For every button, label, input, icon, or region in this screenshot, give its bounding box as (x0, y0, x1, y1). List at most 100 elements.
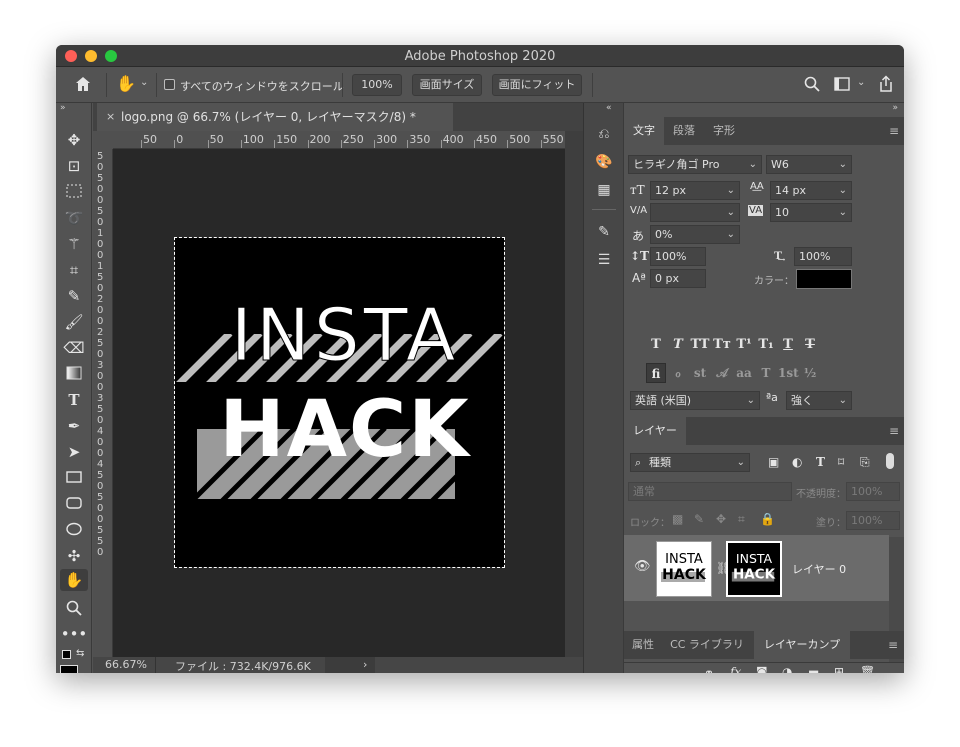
language-select[interactable]: 英語 (米国) ⌄ (630, 391, 760, 410)
rounded-rectangle-tool-icon[interactable] (60, 493, 88, 515)
opentype-button-3[interactable]: 𝒜 (712, 363, 732, 383)
tab-character[interactable]: 文字 (624, 117, 664, 145)
document-tab[interactable]: × logo.png @ 66.7% (レイヤー 0, レイヤーマスク/8) * (97, 103, 453, 131)
filter-toggle[interactable] (886, 453, 894, 469)
font-size-field[interactable]: 12 px ⌄ (650, 181, 740, 200)
horizontal-ruler[interactable]: 50 0 50 100 150 200 250 300 350 400 450 500 550 (113, 131, 565, 149)
tsume-field[interactable]: 0% ⌄ (650, 225, 740, 244)
tab-paragraph[interactable]: 段落 (664, 117, 704, 145)
layer-row[interactable]: 👁 INSTA HACK ⛓ INSTA HACK レイヤー 0 (624, 535, 889, 601)
expand-left-icon[interactable]: « (606, 103, 612, 113)
workspace-icon[interactable] (834, 77, 850, 94)
close-tab-icon[interactable]: × (106, 103, 115, 131)
opentype-button-5[interactable]: T (756, 363, 776, 383)
baseline-shift-field[interactable]: 0 px (650, 269, 706, 288)
magic-wand-tool-icon[interactable]: ⚚ (60, 233, 88, 255)
swap-colors-icon[interactable]: ⇆ (76, 648, 84, 659)
pen-tool-icon[interactable]: ✒ (60, 415, 88, 437)
color-palette-icon[interactable]: 🎨 (592, 151, 616, 173)
layer-style-fx-icon[interactable]: fx (730, 665, 741, 673)
artboard-tool-icon[interactable]: ⊡ (60, 155, 88, 177)
move-tool-icon[interactable]: ✥ (60, 129, 88, 151)
filter-pixel-icon[interactable]: ▣ (768, 455, 779, 469)
filter-smart-object-icon[interactable]: ⎘ (860, 455, 870, 470)
status-menu-chevron-icon[interactable]: › (363, 658, 367, 671)
delete-layer-icon[interactable]: 🗑 (860, 665, 875, 673)
zoom-level[interactable]: 66.67% (105, 658, 147, 671)
font-style-select[interactable]: W6 ⌄ (766, 155, 852, 174)
tab-glyphs[interactable]: 字形 (704, 117, 744, 145)
layer-thumbnail[interactable]: INSTA HACK (656, 541, 712, 597)
zoom-tool-icon[interactable] (60, 597, 88, 619)
marquee-tool-icon[interactable] (60, 181, 88, 203)
swatches-grid-icon[interactable]: ▦ (592, 179, 616, 201)
adjustment-layer-icon[interactable]: ◑ (782, 665, 792, 673)
group-folder-icon[interactable]: ▬ (808, 665, 819, 673)
more-tools-icon[interactable]: ••• (60, 623, 88, 645)
collapse-toolbar-icon[interactable]: » (60, 103, 66, 113)
lock-image-icon[interactable]: ✎ (694, 512, 704, 526)
tab-properties[interactable]: 属性 (624, 631, 662, 659)
type-style-button-5[interactable]: T₁ (756, 335, 776, 355)
chevron-down-icon[interactable]: ⌄ (140, 77, 148, 88)
filter-adjustment-icon[interactable]: ◐ (792, 455, 802, 469)
default-colors-icon[interactable] (62, 650, 71, 659)
text-color-swatch[interactable] (796, 269, 852, 289)
rectangle-tool-icon[interactable] (60, 467, 88, 489)
tracking-field[interactable]: 10 ⌄ (770, 203, 852, 222)
crop-tool-icon[interactable]: ⌗ (60, 259, 88, 281)
layers-menu-icon[interactable]: ≡ (889, 425, 899, 437)
tab-cc-libraries[interactable]: CC ライブラリ (662, 631, 752, 659)
lock-transparency-icon[interactable]: ▩ (672, 512, 683, 526)
blend-mode-select[interactable]: 通常 (628, 482, 792, 501)
history-icon[interactable]: ⎌ (592, 123, 616, 145)
leading-field[interactable]: 14 px ⌄ (770, 181, 852, 200)
eyedropper-tool-icon[interactable]: ✎ (60, 285, 88, 307)
vertical-scale-field[interactable]: 100% (650, 247, 706, 266)
antialias-select[interactable]: 強く ⌄ (786, 391, 852, 410)
opentype-button-1[interactable]: ℴ (668, 363, 688, 383)
type-style-button-0[interactable]: T (646, 335, 666, 355)
type-style-button-2[interactable]: TT (690, 335, 710, 355)
link-layers-icon[interactable]: ⚭ (704, 666, 714, 673)
type-style-button-4[interactable]: T¹ (734, 335, 754, 355)
type-tool-icon[interactable]: T (60, 389, 88, 411)
share-icon[interactable] (878, 75, 894, 96)
fit-screen-button[interactable]: 画面にフィット (492, 74, 582, 96)
opacity-field[interactable]: 100% (846, 482, 900, 501)
custom-shape-tool-icon[interactable]: ✣ (60, 545, 88, 567)
fit-size-button[interactable]: 画面サイズ (412, 74, 482, 96)
visibility-eye-icon[interactable]: 👁 (634, 559, 651, 574)
layer-mask-thumbnail[interactable]: INSTA HACK (726, 541, 782, 597)
hand-tool-icon[interactable]: ✋ (60, 569, 88, 591)
search-icon[interactable] (804, 76, 820, 95)
zoom-100-button[interactable]: 100% (352, 74, 402, 96)
home-icon[interactable] (74, 75, 92, 96)
foreground-color-swatch[interactable] (60, 665, 78, 673)
path-selection-tool-icon[interactable]: ➤ (60, 441, 88, 463)
add-mask-icon[interactable]: ◙ (756, 665, 768, 673)
new-layer-icon[interactable]: ⊞ (834, 665, 844, 673)
font-family-select[interactable]: ヒラギノ角ゴ Pro ⌄ (628, 155, 762, 174)
ruler-origin[interactable] (93, 131, 113, 149)
lock-position-icon[interactable]: ✥ (716, 512, 726, 526)
brush-settings-icon[interactable]: ✎ (592, 221, 616, 243)
opentype-button-4[interactable]: aa (734, 363, 754, 383)
filter-shape-icon[interactable]: ⌑ (838, 455, 844, 469)
kerning-field[interactable]: ⌄ (650, 203, 740, 222)
panel-menu-icon[interactable]: ≡ (889, 125, 899, 137)
opentype-button-6[interactable]: 1st (778, 363, 799, 383)
eraser-tool-icon[interactable]: ⌫ (60, 337, 88, 359)
type-style-button-6[interactable]: T (778, 335, 798, 355)
opentype-button-0[interactable]: fi (646, 363, 666, 383)
hand-tool-icon[interactable]: ✋ (116, 74, 136, 93)
adjustments-icon[interactable]: ☰ (592, 249, 616, 271)
brush-tool-icon[interactable]: 🖌 (60, 311, 88, 333)
canvas-vertical-scrollbar[interactable] (565, 131, 583, 657)
vertical-ruler[interactable]: 5050050100150200250300350400450500550 (93, 149, 113, 657)
workspace-chevron-icon[interactable]: ⌄ (857, 77, 865, 88)
type-style-button-3[interactable]: Tт (712, 335, 732, 355)
opentype-button-7[interactable]: ½ (800, 363, 820, 383)
collapse-panels-icon[interactable]: » (892, 103, 898, 113)
lock-all-icon[interactable]: 🔒 (760, 512, 775, 526)
